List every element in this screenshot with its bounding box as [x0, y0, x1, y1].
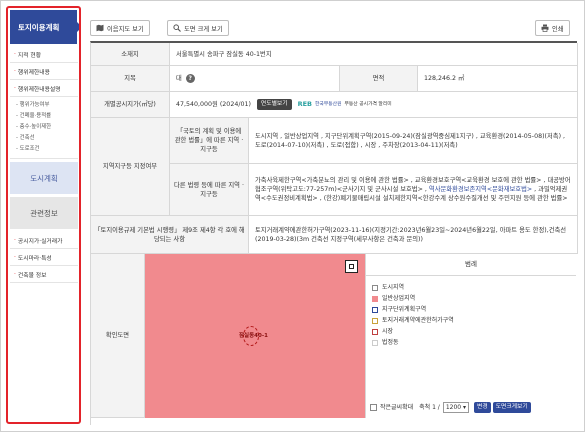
sidebar-sub-item[interactable]: - 층수·높이제한: [16, 122, 78, 133]
map-controls: 작은글씨확대 축척 1 / 1200 ▾ 변경 도면크게보기: [366, 396, 576, 418]
area-value: 128,246.2 ㎡: [418, 66, 578, 92]
legend-list: 도시지역 일반상업지역 지구단위계획구역 토지거래계약에관한허가구역 시장 법정…: [372, 282, 454, 348]
fullscreen-icon[interactable]: [345, 260, 358, 273]
parcel-label: 잠실동40-1: [239, 333, 268, 339]
reb-tagline: 부동산 공시가격 알리미: [344, 102, 392, 107]
map-row: 잠실동40-1 범례 도시지역 일반상업지역 지구단위계획구역 토지거래계약에관…: [145, 254, 578, 418]
map-icon: [96, 24, 104, 32]
bullet-icon: ·: [14, 270, 16, 278]
legend-swatch: [372, 317, 378, 324]
price-cell: 47,540,000원 (2024/01) 연도별보기 REB 한국부동산원 부…: [170, 92, 578, 118]
sidebar-item-land-character[interactable]: · 도시마라·특성: [10, 249, 78, 266]
sidebar-sub-list: - 행위가능여부 - 건폐율·용적률 - 층수·높이제한 - 건축선 - 도로조…: [10, 97, 78, 159]
sidebar-active-arrow: [77, 22, 79, 32]
sidebar-item-building-info[interactable]: · 건축물 정보: [10, 266, 78, 283]
zone-law1-value: 도시지역 , 일반상업지역 , 지구단위계획구역(2015-09-24)(잠실광…: [249, 118, 578, 164]
price-label: 개별공시지가(㎡당): [91, 92, 170, 118]
legend-title: 범례: [366, 254, 576, 276]
enlarge-map-button[interactable]: 도면 크게 보기: [167, 20, 229, 36]
sidebar-item-restriction-desc[interactable]: · 행위제한내용설명: [10, 80, 78, 97]
legend-item: 도시지역: [372, 282, 454, 293]
sidebar-sub-item[interactable]: - 도로조건: [16, 144, 78, 155]
bullet-icon: ·: [14, 67, 16, 75]
legend-item: 지구단위계획구역: [372, 304, 454, 315]
bullet-icon: ·: [14, 50, 16, 58]
small-text-checkbox[interactable]: [370, 403, 377, 411]
heritage-zone-link[interactable]: 역사문화환경보존지역<문화재보호법>: [429, 186, 532, 193]
print-button[interactable]: 인쇄: [535, 20, 570, 36]
scale-change-button[interactable]: 변경: [474, 401, 491, 413]
sidebar-sub-item[interactable]: - 행위가능여부: [16, 100, 78, 111]
address-value: 서울특별시 송파구 잠실동 40-1번지: [170, 43, 578, 66]
legend-item: 일반상업지역: [372, 293, 454, 304]
sidebar-section-urban-plan[interactable]: 도시계획: [10, 162, 78, 194]
bullet-icon: ·: [14, 253, 16, 261]
legend-item: 토지거래계약에관한허가구역: [372, 315, 454, 326]
bullet-icon: ·: [14, 84, 16, 92]
jimok-label: 지목: [91, 66, 170, 92]
sidebar-list: · 지적 현황 · 행위제한내용 · 행위제한내용설명 - 행위가능여부 - 건폐율·…: [10, 46, 78, 283]
sidebar-item-jijeok[interactable]: · 지적 현황: [10, 46, 78, 63]
zone-law1-label: 「국토의 계획 및 이용에 관한 법률」에 따른 지역 · 지구등: [170, 118, 249, 164]
reb-name: 한국부동산원: [315, 102, 342, 107]
sidebar-title[interactable]: 토지이용계획: [10, 10, 77, 44]
sidebar-section-related-info[interactable]: 관련정보: [10, 197, 78, 229]
bullet-icon: ·: [14, 236, 16, 244]
jimok-cell: 대 ?: [170, 66, 340, 92]
map-enlarge-button[interactable]: 도면크게보기: [492, 401, 531, 413]
help-icon[interactable]: ?: [185, 74, 195, 83]
jimok-value: 대: [176, 75, 182, 82]
scale-label: 축척 1 /: [419, 403, 440, 411]
zone-label: 지역지구등 지정여부: [91, 118, 170, 216]
legend-panel: 범례 도시지역 일반상업지역 지구단위계획구역 토지거래계약에관한허가구역 시장…: [366, 254, 576, 418]
zone-law2-value: 가축사육제한구역<가축분뇨의 관리 및 이용에 관한 법률> , 교육환경보호구…: [249, 164, 578, 216]
address-label: 소재지: [91, 43, 170, 66]
sidebar-item-restriction[interactable]: · 행위제한내용: [10, 63, 78, 80]
price-value: 47,540,000원 (2024/01): [176, 101, 251, 108]
sidebar: 토지이용계획 · 지적 현황 · 행위제한내용 · 행위제한내용설명 - 행위가능여부…: [6, 6, 81, 424]
legend-item: 시장: [372, 326, 454, 337]
reb-logo[interactable]: REB: [298, 100, 312, 109]
legend-swatch: [372, 339, 378, 346]
sidebar-sub-item[interactable]: - 건폐율·용적률: [16, 111, 78, 122]
sidebar-item-land-price[interactable]: · 공시지가·실거래가: [10, 232, 78, 249]
view-eum-map-button[interactable]: 이음지도 보기: [90, 20, 150, 36]
decree-value: 토지거래계약에관한허가구역(2023-11-16)(지정기간:2023년6월23…: [249, 216, 578, 254]
scale-select[interactable]: 1200 ▾: [442, 401, 470, 413]
zone-law2-text: 가축사육제한구역<가축분뇨의 관리 및 이용에 관한 법률> , 교육환경보호구…: [255, 177, 571, 202]
search-icon: [173, 24, 181, 32]
legend-swatch: [372, 306, 378, 313]
printer-icon: [541, 24, 549, 32]
legend-swatch: [372, 295, 378, 302]
zone-law2-label: 다른 법령 등에 따른 지역 · 지구등: [170, 164, 249, 216]
legend-swatch: [372, 328, 378, 335]
sidebar-sub-item[interactable]: - 건축선: [16, 133, 78, 144]
area-label: 면적: [340, 66, 418, 92]
map-label: 확인도면: [91, 254, 145, 418]
decree-label: 「토지이용규제 기본법 시행령」 제9조 제4항 각 호에 해당되는 사항: [91, 216, 249, 254]
legend-item: 법정동: [372, 337, 454, 348]
map-canvas[interactable]: 잠실동40-1: [145, 254, 366, 418]
small-text-label: 작은글씨확대: [380, 403, 414, 411]
land-use-table: 소재지 서울특별시 송파구 잠실동 40-1번지 지목 대 ? 면적 128,2…: [90, 41, 578, 425]
legend-swatch: [372, 284, 378, 291]
yearly-price-button[interactable]: 연도별보기: [256, 99, 292, 110]
